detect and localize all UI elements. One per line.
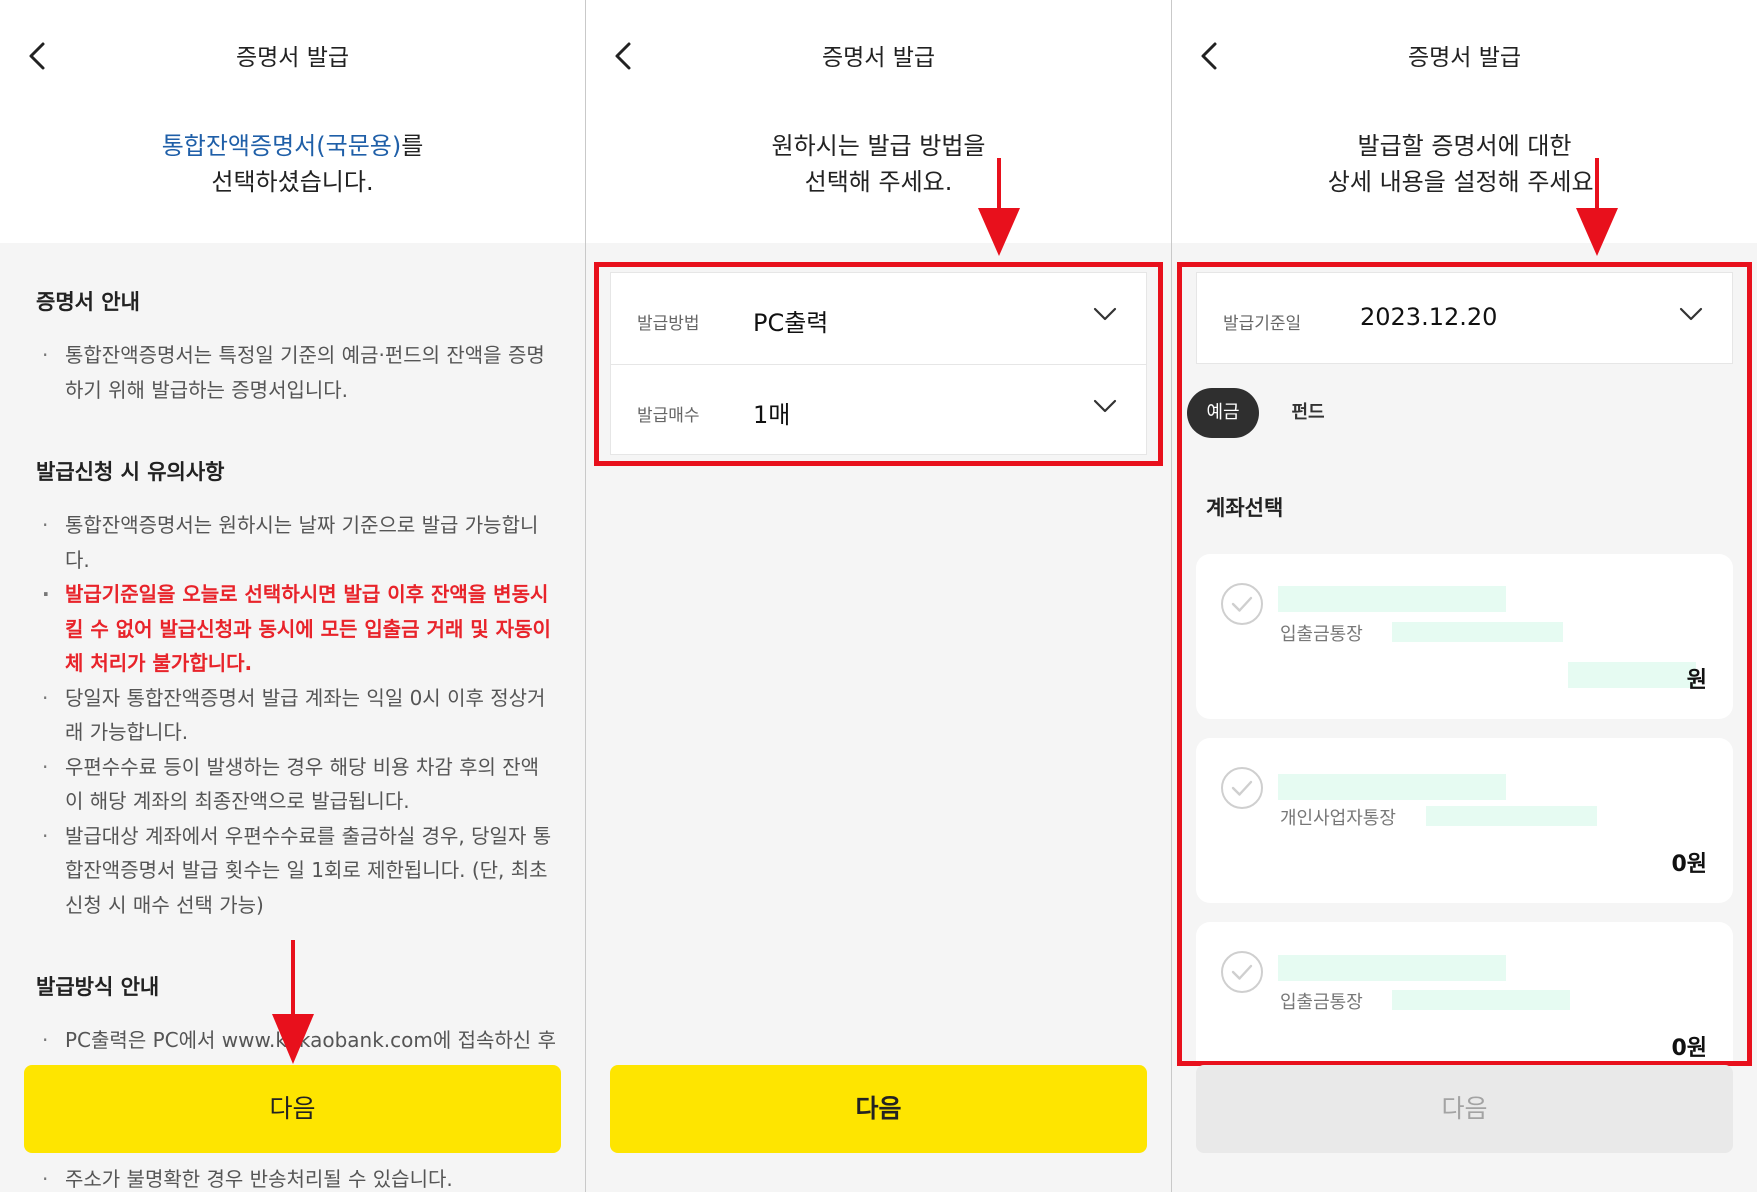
- annotation-arrow-down-icon: [272, 940, 314, 1064]
- notice-list: 통합잔액증명서는 원하시는 날짜 기준으로 발급 가능합니다. 발급기준일을 오…: [36, 508, 556, 922]
- guide-list: 통합잔액증명서는 특정일 기준의 예금·펀드의 잔액을 증명하기 위해 발급하는…: [36, 338, 556, 407]
- certificate-info-screen: 증명서 발급 통합잔액증명서(국문용)를 선택하셨습니다. 증명서 안내 통합잔…: [0, 0, 585, 1192]
- certificate-detail-screen: 증명서 발급 발급할 증명서에 대한 상세 내용을 설정해 주세요. 발급기준일…: [1172, 0, 1757, 1192]
- section-title-notice: 발급신청 시 유의사항: [36, 460, 225, 484]
- selected-certificate-message: 통합잔액증명서(국문용)를 선택하셨습니다.: [161, 132, 424, 196]
- method-list-continued: 주소가 불명확한 경우 반송처리될 수 있습니다.: [36, 1162, 556, 1192]
- next-button[interactable]: 다음: [610, 1065, 1147, 1153]
- list-item: 통합잔액증명서는 특정일 기준의 예금·펀드의 잔액을 증명하기 위해 발급하는…: [36, 338, 556, 407]
- section-title-guide: 증명서 안내: [36, 290, 140, 314]
- list-item: 통합잔액증명서는 원하시는 날짜 기준으로 발급 가능합니다.: [36, 508, 556, 577]
- list-item: 발급대상 계좌에서 우편수수료를 출금하실 경우, 당일자 통합잔액증명서 발급…: [36, 819, 556, 923]
- instruction-text: 원하시는 발급 방법을 선택해 주세요.: [771, 132, 986, 196]
- annotation-highlight-box: [594, 262, 1163, 466]
- annotation-arrow-down-icon: [1576, 158, 1618, 256]
- page-title: 증명서 발급: [1407, 45, 1522, 71]
- selected-certificate-name: 통합잔액증명서(국문용): [161, 132, 402, 160]
- page-title: 증명서 발급: [235, 45, 350, 71]
- app-header: 증명서 발급: [0, 0, 585, 108]
- page-title: 증명서 발급: [821, 45, 936, 71]
- list-item: 주소가 불명확한 경우 반송처리될 수 있습니다.: [36, 1162, 556, 1192]
- app-header: 증명서 발급: [586, 0, 1171, 108]
- app-header: 증명서 발급: [1172, 0, 1757, 108]
- issue-method-screen: 증명서 발급 원하시는 발급 방법을 선택해 주세요. 발급방법 PC출력 발급…: [586, 0, 1171, 1192]
- annotation-arrow-down-icon: [978, 158, 1020, 256]
- list-item: 당일자 통합잔액증명서 발급 계좌는 익일 0시 이후 정상거래 가능합니다.: [36, 681, 556, 750]
- next-button-disabled[interactable]: 다음: [1196, 1065, 1733, 1153]
- list-item: 우편수수료 등이 발생하는 경우 해당 비용 차감 후의 잔액이 해당 계좌의 …: [36, 750, 556, 819]
- instruction-text: 발급할 증명서에 대한 상세 내용을 설정해 주세요.: [1327, 132, 1602, 196]
- next-button[interactable]: 다음: [24, 1065, 561, 1153]
- annotation-highlight-box: [1177, 262, 1752, 1066]
- warning-list-item: 발급기준일을 오늘로 선택하시면 발급 이후 잔액을 변동시킬 수 없어 발급신…: [36, 577, 556, 681]
- section-title-method: 발급방식 안내: [36, 975, 160, 999]
